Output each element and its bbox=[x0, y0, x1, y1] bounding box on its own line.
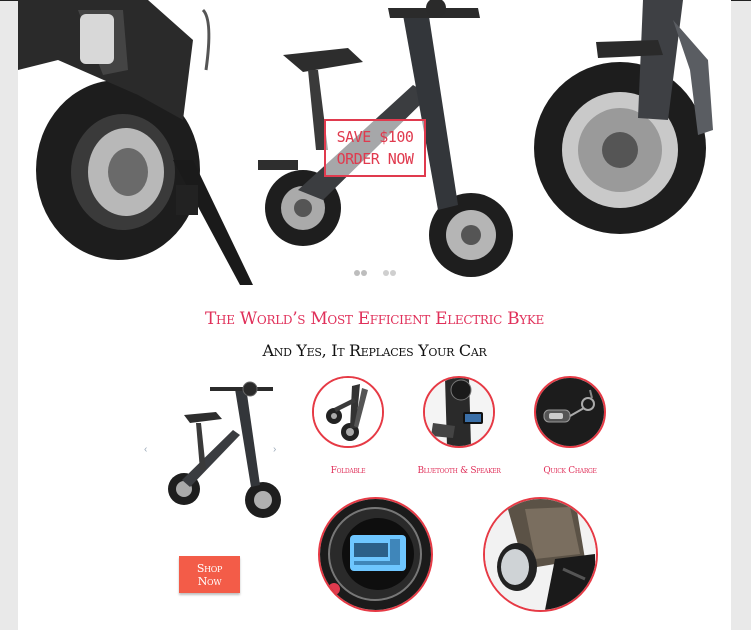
shop-now-button[interactable]: Shop Now bbox=[179, 556, 240, 593]
speedometer-display-icon bbox=[320, 499, 431, 610]
headline: The World’s Most Efficient Electric Byke bbox=[204, 309, 545, 329]
page-container: SAVE $100 ORDER NOW The World’s Most Eff… bbox=[18, 0, 731, 630]
speaker-icon bbox=[425, 378, 493, 446]
feature-bluetooth-label: Bluetooth & Speaker bbox=[417, 466, 501, 476]
feature-foldable-label: Foldable bbox=[330, 466, 366, 476]
headlight-icon bbox=[485, 499, 596, 610]
product-carousel: ‹ › bbox=[138, 375, 283, 540]
front-wheel-closeup bbox=[534, 0, 713, 234]
detail-headlight-photo bbox=[483, 497, 598, 612]
slider-dot-1[interactable] bbox=[354, 270, 369, 277]
feature-quick-charge[interactable] bbox=[534, 376, 606, 448]
feature-quick-charge-label: Quick Charge bbox=[543, 466, 597, 476]
feature-foldable[interactable] bbox=[312, 376, 384, 448]
folded-bike-icon bbox=[314, 378, 382, 446]
slider-dot-2[interactable] bbox=[383, 270, 398, 277]
product-bike-image bbox=[168, 381, 281, 518]
detail-display-photo bbox=[318, 497, 433, 612]
slider-dots bbox=[354, 270, 398, 277]
promo-banner[interactable]: SAVE $100 ORDER NOW bbox=[324, 119, 426, 177]
key-fob-icon bbox=[536, 378, 604, 446]
subheadline: And Yes, It Replaces Your Car bbox=[262, 341, 487, 360]
promo-line2: ORDER NOW bbox=[336, 150, 414, 168]
hero-slider[interactable]: SAVE $100 ORDER NOW bbox=[18, 0, 731, 285]
promo-line1: SAVE $100 bbox=[336, 128, 414, 146]
rear-wheel-closeup bbox=[18, 0, 253, 285]
feature-bluetooth[interactable] bbox=[423, 376, 495, 448]
